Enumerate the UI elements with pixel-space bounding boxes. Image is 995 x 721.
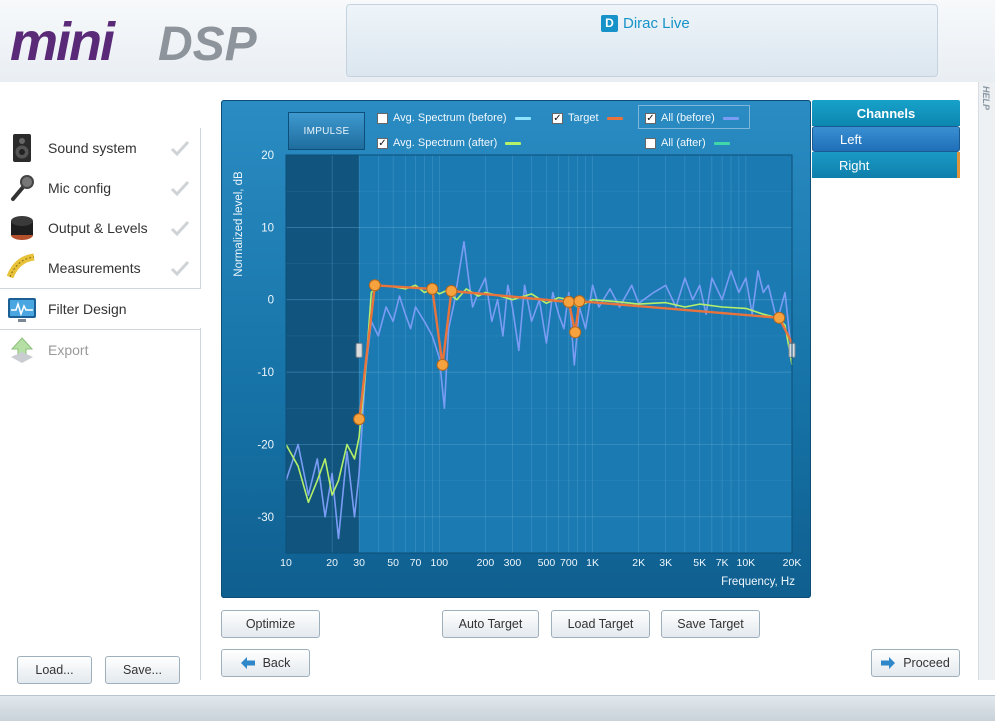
legend-swatch <box>722 116 739 120</box>
channels-title: Channels <box>812 100 960 126</box>
legend-label: Target <box>568 112 599 124</box>
target-handle <box>562 295 575 308</box>
legend-swatch <box>505 141 522 145</box>
channel-right[interactable]: Right <box>812 152 960 178</box>
target-handle <box>569 326 582 339</box>
y-tick-label: 20 <box>261 150 274 162</box>
y-tick-label: 0 <box>268 295 274 307</box>
help-tab[interactable]: HELP <box>978 82 995 680</box>
legend-avg-before[interactable]: Avg. Spectrum (before) <box>377 112 531 124</box>
x-tick-label: 100 <box>431 557 449 569</box>
legend-target[interactable]: ✓ Target <box>552 112 623 124</box>
legend-label: All (before) <box>661 112 715 124</box>
target-handle <box>436 358 449 371</box>
back-label: Back <box>262 656 291 670</box>
x-tick-label: 200 <box>477 557 495 569</box>
proceed-button[interactable]: Proceed <box>871 649 960 677</box>
x-tick-label: 20K <box>783 557 802 569</box>
all-before-checkbox[interactable]: ✓ <box>645 112 656 124</box>
legend-swatch <box>713 141 730 145</box>
x-tick-label: 1K <box>586 557 599 569</box>
channel-left[interactable]: Left <box>812 126 960 152</box>
legend-all-before[interactable]: ✓ All (before) <box>645 112 739 124</box>
y-tick-label: -20 <box>257 439 274 451</box>
legend-swatch <box>514 116 531 120</box>
target-handle <box>445 285 458 298</box>
target-handle <box>368 279 381 292</box>
x-axis-label: Frequency, Hz <box>721 576 795 588</box>
avg-after-checkbox[interactable]: ✓ <box>377 137 388 149</box>
target-handle <box>573 295 586 308</box>
proceed-label: Proceed <box>903 656 950 670</box>
legend-avg-after[interactable]: ✓ Avg. Spectrum (after) <box>377 137 522 149</box>
y-tick-label: -10 <box>257 367 274 379</box>
help-label: HELP <box>981 86 991 111</box>
legend-all-after[interactable]: All (after) <box>645 137 730 149</box>
x-tick-label: 2K <box>632 557 645 569</box>
auto-target-button[interactable]: Auto Target <box>442 610 539 638</box>
load-target-button[interactable]: Load Target <box>551 610 650 638</box>
arrow-right-icon <box>881 657 896 669</box>
target-handle <box>773 311 786 324</box>
avg-before-checkbox[interactable] <box>377 112 388 124</box>
x-tick-label: 20 <box>326 557 338 569</box>
legend-swatch <box>606 116 623 120</box>
y-tick-label: -30 <box>257 512 274 524</box>
target-handle <box>353 413 366 426</box>
channels-panel: Channels Left Right <box>812 100 960 178</box>
impulse-button[interactable]: IMPULSE <box>288 112 365 150</box>
target-checkbox[interactable]: ✓ <box>552 112 563 124</box>
x-tick-label: 500 <box>538 557 556 569</box>
arrow-left-icon <box>240 657 255 669</box>
x-tick-label: 30 <box>353 557 365 569</box>
x-tick-label: 3K <box>659 557 672 569</box>
x-tick-label: 70 <box>410 557 422 569</box>
target-handle <box>426 282 439 295</box>
legend-label: Avg. Spectrum (after) <box>393 137 498 149</box>
optimize-button[interactable]: Optimize <box>221 610 320 638</box>
save-target-button[interactable]: Save Target <box>661 610 760 638</box>
x-tick-label: 7K <box>716 557 729 569</box>
status-footer <box>0 695 995 721</box>
x-tick-label: 300 <box>504 557 522 569</box>
back-button[interactable]: Back <box>221 649 310 677</box>
low-cut-handle <box>355 342 363 358</box>
all-after-checkbox[interactable] <box>645 137 656 149</box>
y-axis-label: Normalized level, dB <box>233 171 245 277</box>
legend-label: All (after) <box>661 137 706 149</box>
x-tick-label: 10 <box>280 557 292 569</box>
x-tick-label: 10K <box>737 557 756 569</box>
x-tick-label: 5K <box>693 557 706 569</box>
x-tick-label: 700 <box>560 557 578 569</box>
y-tick-label: 10 <box>261 222 274 234</box>
legend-label: Avg. Spectrum (before) <box>393 112 507 124</box>
x-tick-label: 50 <box>387 557 399 569</box>
